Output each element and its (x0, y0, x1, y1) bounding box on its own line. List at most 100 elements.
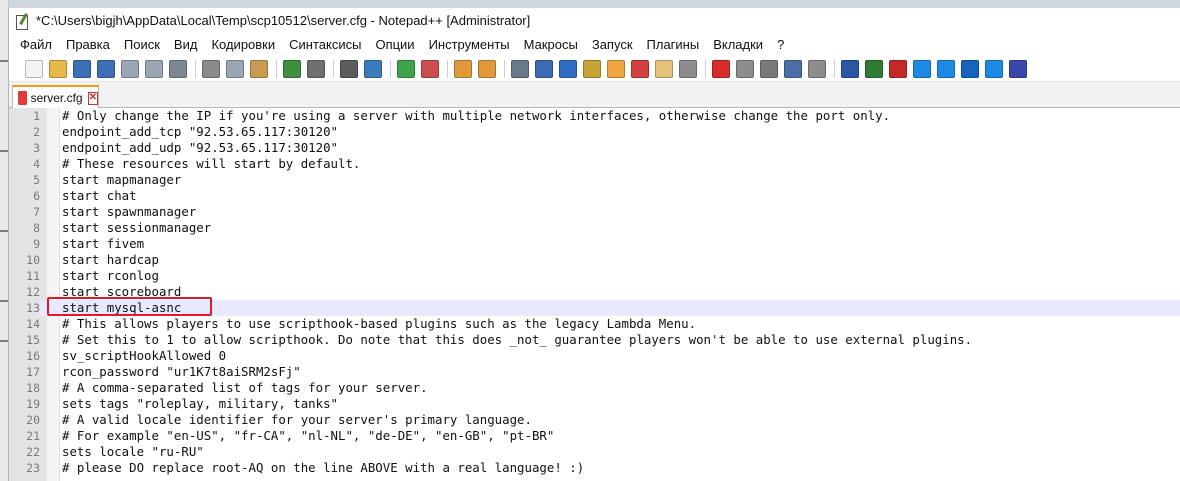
editor-line[interactable]: 23 # please DO replace root-AQ on the lin… (9, 460, 1180, 476)
menu-item[interactable]: Плагины (640, 34, 707, 56)
line-text[interactable]: # This allows players to use scripthook-… (62, 316, 696, 332)
function-list-icon[interactable] (631, 60, 649, 78)
line-text[interactable]: # For example "en-US", "fr-CA", "nl-NL",… (62, 428, 554, 444)
editor-line[interactable]: 3 endpoint_add_udp "92.53.65.117:30120" (9, 140, 1180, 156)
stop-record-icon[interactable] (736, 60, 754, 78)
menu-item[interactable]: Кодировки (204, 34, 282, 56)
plugin-icon-6[interactable] (961, 60, 979, 78)
line-text[interactable]: endpoint_add_udp "92.53.65.117:30120" (62, 140, 338, 156)
text-editor[interactable]: 1 # Only change the IP if you're using a … (9, 108, 1180, 481)
play-macro-icon[interactable] (760, 60, 778, 78)
line-text[interactable]: start spawnmanager (62, 204, 196, 220)
line-text[interactable]: endpoint_add_tcp "92.53.65.117:30120" (62, 124, 338, 140)
editor-line[interactable]: 18 # A comma-separated list of tags for y… (9, 380, 1180, 396)
tab-server-cfg[interactable]: server.cfg ✕ (12, 85, 99, 110)
line-number: 9 (33, 237, 40, 251)
background-mark (0, 60, 8, 62)
indent-guide-icon[interactable] (559, 60, 577, 78)
editor-line[interactable]: 10 start hardcap (9, 252, 1180, 268)
editor-line[interactable]: 8 start sessionmanager (9, 220, 1180, 236)
line-text[interactable]: start hardcap (62, 252, 159, 268)
line-text[interactable]: # please DO replace root-AQ on the line … (62, 460, 584, 476)
save-all-icon[interactable] (97, 60, 115, 78)
line-text[interactable]: start chat (62, 188, 137, 204)
line-text[interactable]: # Only change the IP if you're using a s… (62, 108, 890, 124)
editor-line[interactable]: 20 # A valid locale identifier for your s… (9, 412, 1180, 428)
save-icon[interactable] (73, 60, 91, 78)
editor-line[interactable]: 11 start rconlog (9, 268, 1180, 284)
line-text[interactable]: # A valid locale identifier for your ser… (62, 412, 532, 428)
editor-line[interactable]: 16 sv_scriptHookAllowed 0 (9, 348, 1180, 364)
editor-line[interactable]: 7 start spawnmanager (9, 204, 1180, 220)
menu-item[interactable]: Вид (167, 34, 205, 56)
line-text[interactable]: # A comma-separated list of tags for you… (62, 380, 428, 396)
editor-line[interactable]: 14 # This allows players to use scripthoo… (9, 316, 1180, 332)
plugin-icon-7[interactable] (985, 60, 1003, 78)
editor-line[interactable]: 17 rcon_password "ur1K7t8aiSRM2sFj" (9, 364, 1180, 380)
menu-item[interactable]: Инструменты (422, 34, 517, 56)
editor-line[interactable]: 19 sets tags "roleplay, military, tanks" (9, 396, 1180, 412)
user-language-icon[interactable] (583, 60, 601, 78)
run-macro-multiple-icon[interactable] (784, 60, 802, 78)
show-all-chars-icon[interactable] (535, 60, 553, 78)
plugin-icon-2[interactable] (865, 60, 883, 78)
sync-vertical-icon[interactable] (454, 60, 472, 78)
menu-item[interactable]: Вкладки (706, 34, 770, 56)
line-number: 20 (26, 413, 40, 427)
editor-line[interactable]: 5 start mapmanager (9, 172, 1180, 188)
line-text[interactable]: rcon_password "ur1K7t8aiSRM2sFj" (62, 364, 301, 380)
monitoring-icon[interactable] (679, 60, 697, 78)
line-text[interactable]: start fivem (62, 236, 144, 252)
editor-line[interactable]: 15 # Set this to 1 to allow scripthook. D… (9, 332, 1180, 348)
editor-line[interactable]: 22 sets locale "ru-RU" (9, 444, 1180, 460)
record-macro-icon[interactable] (712, 60, 730, 78)
line-text[interactable]: sets locale "ru-RU" (62, 444, 204, 460)
doc-map-icon[interactable] (607, 60, 625, 78)
editor-line[interactable]: 2 endpoint_add_tcp "92.53.65.117:30120" (9, 124, 1180, 140)
plugin-icon-8[interactable] (1009, 60, 1027, 78)
close-all-icon[interactable] (145, 60, 163, 78)
new-file-icon[interactable] (25, 60, 43, 78)
menu-item[interactable]: Файл (13, 34, 59, 56)
line-text[interactable]: start rconlog (62, 268, 159, 284)
line-text[interactable]: # Set this to 1 to allow scripthook. Do … (62, 332, 972, 348)
cut-icon[interactable] (202, 60, 220, 78)
close-icon[interactable] (121, 60, 139, 78)
line-text[interactable]: # These resources will start by default. (62, 156, 360, 172)
undo-icon[interactable] (283, 60, 301, 78)
zoom-out-icon[interactable] (421, 60, 439, 78)
editor-line[interactable]: 6 start chat (9, 188, 1180, 204)
copy-icon[interactable] (226, 60, 244, 78)
replace-icon[interactable] (364, 60, 382, 78)
word-wrap-icon[interactable] (511, 60, 529, 78)
save-macro-icon[interactable] (808, 60, 826, 78)
open-file-icon[interactable] (49, 60, 67, 78)
plugin-icon-5[interactable] (937, 60, 955, 78)
line-text[interactable]: start mapmanager (62, 172, 181, 188)
sync-horizontal-icon[interactable] (478, 60, 496, 78)
menu-item[interactable]: Правка (59, 34, 117, 56)
plugin-icon-1[interactable] (841, 60, 859, 78)
menu-item[interactable]: Опции (368, 34, 421, 56)
redo-icon[interactable] (307, 60, 325, 78)
zoom-in-icon[interactable] (397, 60, 415, 78)
menu-item[interactable]: Синтаксисы (282, 34, 368, 56)
editor-line[interactable]: 1 # Only change the IP if you're using a … (9, 108, 1180, 124)
line-text[interactable]: sv_scriptHookAllowed 0 (62, 348, 226, 364)
editor-line[interactable]: 9 start fivem (9, 236, 1180, 252)
menu-item[interactable]: Поиск (117, 34, 167, 56)
plugin-icon-4[interactable] (913, 60, 931, 78)
tab-close-icon[interactable]: ✕ (87, 91, 98, 105)
line-text[interactable]: start sessionmanager (62, 220, 211, 236)
print-icon[interactable] (169, 60, 187, 78)
editor-line[interactable]: 4 # These resources will start by default… (9, 156, 1180, 172)
menu-item[interactable]: Макросы (517, 34, 585, 56)
paste-icon[interactable] (250, 60, 268, 78)
menu-item[interactable]: Запуск (585, 34, 640, 56)
folder-workspace-icon[interactable] (655, 60, 673, 78)
plugin-icon-3[interactable] (889, 60, 907, 78)
editor-line[interactable]: 21 # For example "en-US", "fr-CA", "nl-NL… (9, 428, 1180, 444)
menu-item[interactable]: ? (770, 34, 791, 56)
find-icon[interactable] (340, 60, 358, 78)
line-text[interactable]: sets tags "roleplay, military, tanks" (62, 396, 338, 412)
